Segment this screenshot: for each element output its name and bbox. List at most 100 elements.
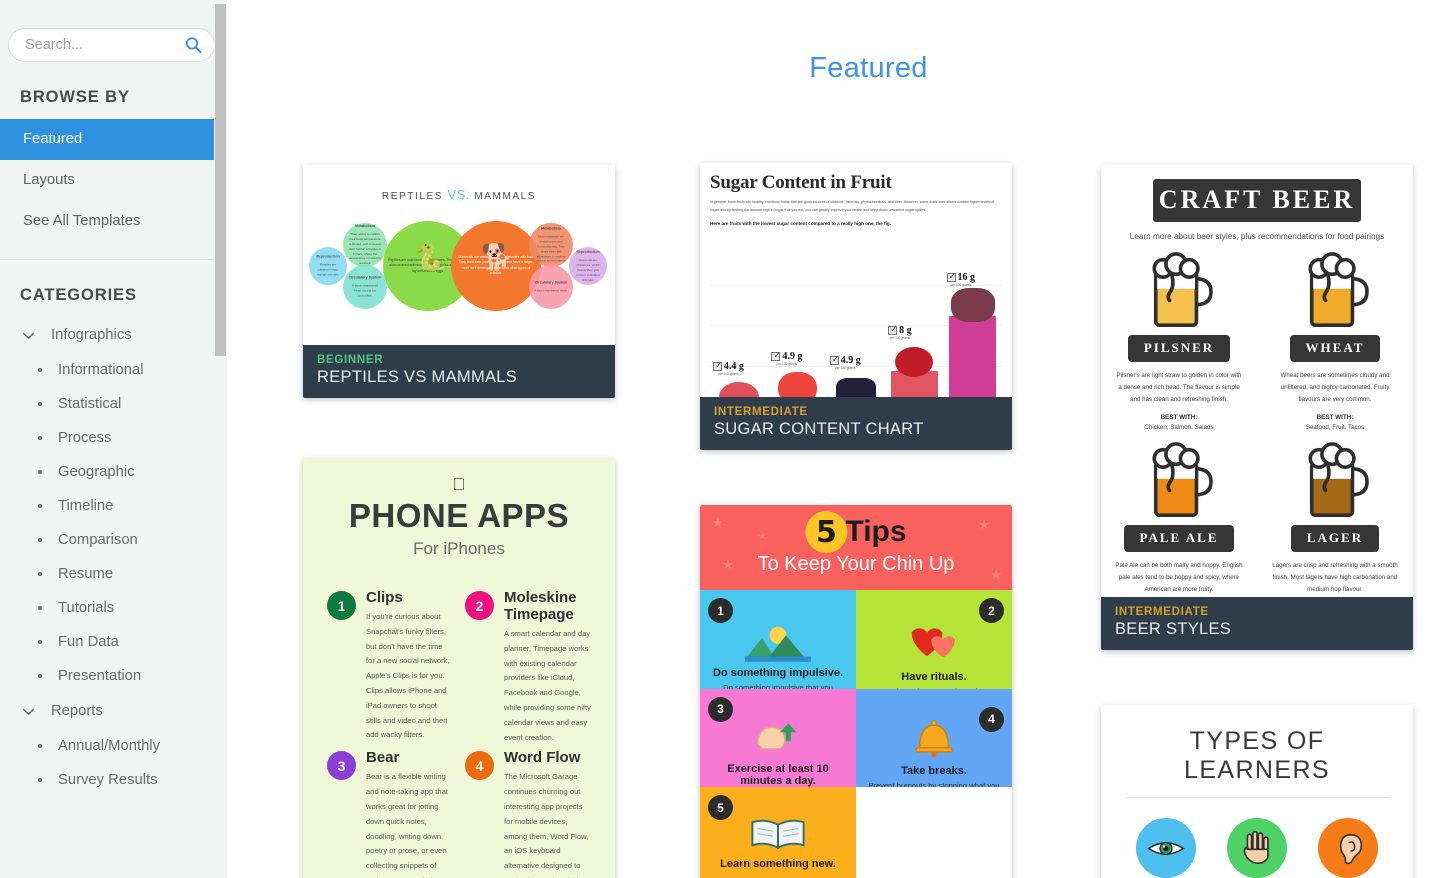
category-item-presentation[interactable]: Presentation	[0, 659, 227, 693]
app-name: Clips	[366, 589, 453, 606]
bar-label-fig: 16 g per 100 grams	[946, 272, 975, 287]
bullet-icon	[38, 572, 42, 576]
app-number: 1	[327, 591, 356, 620]
category-item-survey-results[interactable]: Survey Results	[0, 763, 227, 797]
bubble-reproduction-mammals: Reproduction Mammals are viviparous, whic…	[569, 247, 607, 285]
bubble-circulatory-mammals: Circulatory System A four-chambered heart…	[529, 265, 573, 309]
bar-label-strawberry: 4.9 g per 100 grams	[771, 351, 802, 366]
bar-unit: per 100 grams	[776, 362, 798, 366]
tip-number: 5	[708, 795, 733, 820]
learner-types-row: VISUAL learn what they see	[1121, 818, 1393, 878]
sidebar: BROWSE BY Featured Layouts See All Templ…	[0, 0, 227, 878]
app-item-clips: 1 Clips If you're curious about Snapchat…	[327, 589, 453, 745]
category-item-informational[interactable]: Informational	[0, 353, 227, 387]
bullet-icon	[38, 470, 42, 474]
bubble-body: A three-chambered heart except for croco…	[351, 283, 379, 298]
category-item-comparison[interactable]: Comparison	[0, 523, 227, 557]
tip-title: Take breaks.	[901, 764, 967, 777]
chevron-down-icon	[21, 328, 36, 343]
category-group-infographics[interactable]: Infographics	[0, 317, 227, 353]
tip-number: 4	[979, 706, 1004, 732]
template-card-types-of-learners[interactable]: TYPES OF LEARNERS	[1101, 705, 1413, 878]
category-item-annual-monthly[interactable]: Annual/Monthly	[0, 729, 227, 763]
app-item-bear: 3 Bear Bear is a flexible writing and no…	[327, 749, 453, 878]
infographic-heading: PHONE APPS	[348, 480, 570, 534]
sidebar-scrollbar-track[interactable]	[214, 0, 227, 878]
template-card-sugar-content-chart[interactable]: Sugar Content in Fruit In general, fresh…	[700, 163, 1012, 450]
phone-apps-infographic:  PHONE APPS For iPhones 1 Clips If you'…	[303, 458, 615, 878]
sidebar-scrollbar-thumb[interactable]	[215, 4, 226, 356]
card-title: BEER STYLES	[1115, 620, 1232, 638]
beer-mug-icon	[1115, 442, 1243, 521]
app-name: Moleskine Timepage	[504, 572, 577, 623]
category-group-reports[interactable]: Reports	[0, 693, 227, 729]
card-caption: INTERMEDIATE SUGAR CONTENT CHART	[700, 397, 1012, 450]
template-browser-window: BROWSE BY Featured Layouts See All Templ…	[0, 0, 1448, 878]
app-number: 4	[465, 751, 494, 781]
beer-infographic: CRAFT BEER Learn more about beer styles,…	[1101, 165, 1413, 650]
bubble-body: Most mammals are endothermic and homeoth…	[535, 234, 567, 263]
infographic-heading: Sugar Content in Fruit	[710, 172, 892, 193]
category-item-statistical[interactable]: Statistical	[0, 387, 227, 421]
beer-mug-icon	[1271, 252, 1399, 331]
app-number: 2	[465, 591, 494, 620]
sidebar-item-see-all-templates[interactable]: See All Templates	[0, 201, 227, 242]
app-name: Bear	[366, 732, 400, 766]
five-tips-infographic: ★ ★ ★ ★ ★ ★ 5 Tips To Keep Your Chin Up	[700, 505, 1012, 878]
bubble-body: Their ability to control their body temp…	[348, 231, 382, 266]
tips-title: 5 Tips	[805, 511, 907, 553]
bullet-icon	[38, 640, 42, 644]
tips-word: Tips	[845, 515, 907, 548]
tip-1: 1 Do something impulsive. Do something i…	[700, 590, 856, 689]
category-item-label: Presentation	[58, 668, 142, 684]
category-item-resume[interactable]: Resume	[0, 557, 227, 591]
tip-title: Exercise at least 10 minutes a day.	[727, 762, 829, 787]
card-thumbnail: CRAFT BEER Learn more about beer styles,…	[1101, 165, 1413, 650]
category-item-label: Fun Data	[58, 634, 119, 650]
heading-left: REPTILES	[381, 191, 444, 202]
tip-4: 4 Take breaks. Prevent burnouts by stopp…	[856, 688, 1012, 787]
beer-mug-icon	[1115, 252, 1243, 331]
snake-icon: 🐍	[415, 243, 448, 273]
search-input[interactable]	[9, 29, 214, 61]
category-item-fun-data[interactable]: Fun Data	[0, 625, 227, 659]
learner-type-auditory: AUDITORY learn what they hear	[1303, 818, 1393, 878]
app-description: A smart calendar and day planner, Timepa…	[504, 612, 591, 742]
card-title: SUGAR CONTENT CHART	[714, 420, 924, 438]
sidebar-item-label: Layouts	[23, 172, 75, 188]
bar-unit: per 100 grams	[834, 366, 856, 370]
card-level-badge: INTERMEDIATE	[714, 406, 808, 418]
card-thumbnail: ★ ★ ★ ★ ★ ★ 5 Tips To Keep Your Chin Up	[700, 505, 1012, 878]
tip-number: 1	[708, 598, 733, 623]
tip-5: 5 Learn something new.	[700, 787, 856, 878]
category-item-process[interactable]: Process	[0, 421, 227, 455]
bubble-circulatory-reptiles: Circulatory System A three-chambered hear…	[343, 265, 387, 309]
template-card-beer-styles[interactable]: CRAFT BEER Learn more about beer styles,…	[1101, 165, 1413, 650]
category-item-geographic[interactable]: Geographic	[0, 455, 227, 489]
flexed-arm-icon	[710, 713, 846, 763]
category-item-tutorials[interactable]: Tutorials	[0, 591, 227, 625]
bullet-icon	[38, 402, 42, 406]
browse-by-heading: BROWSE BY	[20, 88, 130, 106]
bubble-body: Reptiles are oviparous (egg-laying) anim…	[317, 262, 339, 277]
card-caption: INTERMEDIATE BEER STYLES	[1101, 597, 1413, 650]
bar-label-cherry: 8 g per 100 grams	[888, 325, 912, 340]
template-card-reptiles-vs-mammals[interactable]: REPTILES VS. MAMMALS Reproduction Reptile…	[303, 165, 615, 398]
template-card-phone-apps[interactable]:  PHONE APPS For iPhones 1 Clips If you'…	[303, 458, 615, 878]
sidebar-item-featured[interactable]: Featured	[0, 119, 227, 160]
tips-grid-empty-cell	[856, 787, 1012, 878]
bar-unit: per 100 grams	[718, 372, 739, 376]
search-icon[interactable]	[185, 37, 202, 54]
category-item-label: Tutorials	[58, 600, 115, 616]
search-box[interactable]	[8, 28, 215, 62]
check-icon	[946, 272, 956, 283]
hand-icon	[1226, 818, 1287, 878]
template-card-five-tips[interactable]: ★ ★ ★ ★ ★ ★ 5 Tips To Keep Your Chin Up	[700, 505, 1012, 878]
bubble-metabolism-mammals: Metabolism Most mammals are endothermic a…	[529, 223, 573, 267]
category-item-label: Timeline	[58, 498, 114, 514]
check-icon	[829, 355, 839, 366]
bullet-icon	[38, 778, 42, 782]
ear-icon	[1317, 818, 1378, 878]
sidebar-item-layouts[interactable]: Layouts	[0, 160, 227, 201]
category-item-timeline[interactable]: Timeline	[0, 489, 227, 523]
